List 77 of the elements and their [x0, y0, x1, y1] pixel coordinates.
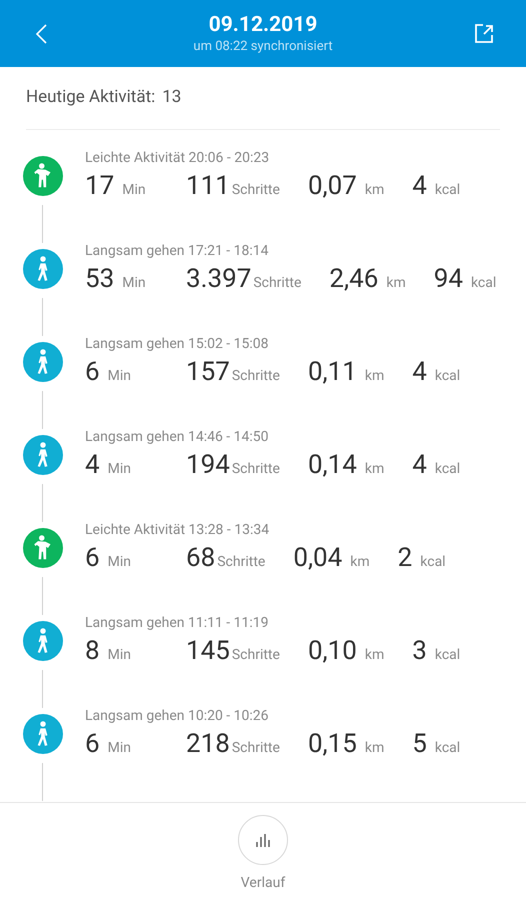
activity-title: Leichte Aktivität 13:28 - 13:34 [85, 521, 270, 539]
metric-value: 0,14 [308, 449, 357, 482]
metric-value: 94 [434, 263, 463, 296]
walking-person-icon [22, 342, 62, 382]
metric-value: 8 [85, 635, 100, 668]
header-date: 09.12.2019 [208, 12, 318, 38]
metric-value: 53 [85, 263, 114, 296]
metric-value: 2,46 [329, 263, 378, 296]
metric-unit: km [364, 739, 384, 758]
metric-value: 0,04 [293, 542, 342, 575]
metric-unit: Min [108, 646, 131, 665]
metric-value: 157 [186, 356, 230, 389]
metric-value: 111 [186, 170, 230, 203]
metric-unit: kcal [434, 181, 460, 200]
walking-person-icon [22, 621, 62, 661]
metric-value: 4 [412, 170, 427, 203]
metric-value: 194 [186, 449, 230, 482]
metric-value: 4 [85, 449, 100, 482]
metric-unit: Schritte [217, 553, 266, 572]
metric-value: 4 [412, 449, 427, 482]
metric-unit: Schritte [232, 460, 280, 479]
metric-value: 0,07 [308, 170, 357, 203]
activity-title: Langsam gehen 14:46 - 14:50 [85, 428, 270, 446]
history-label: Verlauf [240, 874, 286, 893]
activity-count-label: Heutige Aktivität: [26, 86, 156, 110]
metric-value: 218 [186, 728, 230, 761]
metric-value: 5 [412, 728, 427, 761]
metric-value: 6 [85, 728, 100, 761]
metric-value: 0,15 [308, 728, 357, 761]
metric-value: 2 [398, 542, 412, 575]
metric-unit: km [364, 646, 384, 665]
metric-unit: Schritte [253, 274, 302, 293]
metric-value: 68 [186, 542, 216, 575]
activity-title: Leichte Aktivität 20:06 - 20:23 [85, 149, 270, 167]
metric-unit: kcal [470, 274, 496, 293]
metric-unit: km [364, 367, 384, 386]
metric-value: 17 [85, 170, 114, 203]
metric-unit: kcal [434, 739, 460, 758]
metric-unit: Schritte [232, 739, 280, 758]
metric-value: 0,10 [308, 635, 357, 668]
walking-person-icon [22, 714, 62, 754]
metric-unit: Min [108, 553, 131, 572]
metric-value: 6 [85, 356, 100, 389]
activity-count: 13 [162, 86, 182, 110]
metric-value: 3.397 [186, 263, 252, 296]
activity-title: Langsam gehen 15:02 - 15:08 [85, 335, 270, 353]
activity-title: Langsam gehen 10:20 - 10:26 [85, 707, 270, 725]
metric-unit: Min [122, 274, 146, 293]
metric-value: 3 [412, 635, 427, 668]
metric-value: 4 [412, 356, 427, 389]
metric-unit: Min [122, 181, 146, 200]
metric-unit: km [350, 553, 370, 572]
metric-unit: kcal [420, 553, 446, 572]
metric-unit: kcal [434, 367, 460, 386]
metric-value: 145 [186, 635, 230, 668]
stretching-person-icon [22, 156, 62, 196]
metric-unit: Schritte [232, 181, 280, 200]
stretching-person-icon [22, 528, 62, 568]
metric-unit: Min [108, 739, 131, 758]
metric-unit: Schritte [232, 367, 280, 386]
walking-person-icon [22, 435, 62, 475]
metric-unit: Min [108, 460, 131, 479]
history-button[interactable] [238, 815, 288, 865]
metric-unit: kcal [434, 460, 460, 479]
metric-unit: km [364, 181, 384, 200]
metric-unit: km [364, 460, 384, 479]
walking-person-icon [22, 249, 62, 289]
activity-title: Langsam gehen 11:11 - 11:19 [85, 614, 270, 632]
activity-title: Langsam gehen 17:21 - 18:14 [85, 242, 270, 260]
metric-value: 0,11 [308, 356, 357, 389]
metric-unit: km [386, 274, 406, 293]
share-icon [472, 22, 496, 46]
sync-status: um 08:22 synchronisiert [193, 38, 333, 56]
metric-unit: Schritte [232, 646, 280, 665]
metric-unit: kcal [434, 646, 460, 665]
metric-value: 6 [85, 542, 100, 575]
metric-unit: Min [108, 367, 131, 386]
